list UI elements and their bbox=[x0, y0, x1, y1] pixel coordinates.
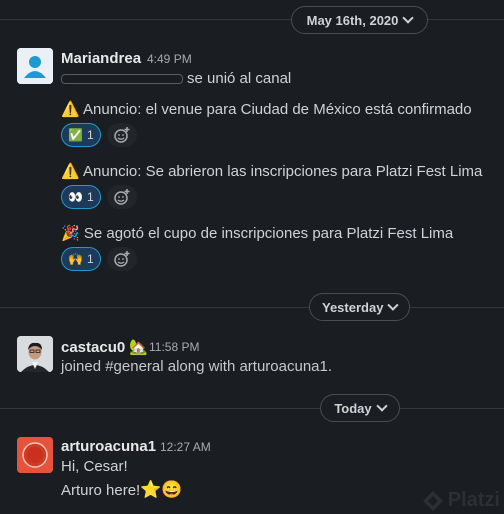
user-photo-icon bbox=[17, 437, 53, 473]
date-pill-today[interactable]: Today bbox=[320, 394, 400, 422]
sender-name[interactable]: arturoacuna1 bbox=[61, 438, 156, 455]
chevron-down-icon bbox=[375, 400, 388, 412]
message-time[interactable]: 4:49 PM bbox=[147, 52, 192, 66]
warning-icon: ⚠️ bbox=[61, 101, 80, 118]
message-text: ⚠️ Anuncio: Se abrieron las inscripcione… bbox=[61, 162, 482, 180]
party-popper-icon: 🎉 bbox=[61, 225, 80, 242]
add-reaction-button[interactable] bbox=[107, 123, 137, 147]
message-text: Hi, Cesar! bbox=[61, 458, 128, 475]
chevron-down-icon bbox=[387, 299, 399, 311]
date-label: May 16th, 2020 bbox=[306, 12, 399, 28]
reaction-pill[interactable]: 👀 1 bbox=[61, 185, 101, 209]
reaction-pill[interactable]: ✅ 1 bbox=[61, 123, 101, 147]
add-reaction-button[interactable] bbox=[107, 247, 137, 271]
sender-name[interactable]: castacu0 🏡 bbox=[61, 338, 148, 356]
message-text-content: Arturo here! bbox=[61, 482, 141, 499]
message-text: ⚠️ Anuncio: el venue para Ciudad de Méxi… bbox=[61, 100, 472, 118]
sender-name-text: castacu0 bbox=[61, 339, 126, 356]
message-text: joined #general along with arturoacuna1. bbox=[61, 358, 333, 375]
avatar[interactable] bbox=[17, 437, 53, 473]
announcement-text: Anuncio: Se abrieron las inscripciones p… bbox=[83, 163, 483, 180]
join-text: se unió al canal bbox=[187, 70, 292, 87]
date-pill-yesterday[interactable]: Yesterday bbox=[309, 293, 410, 321]
message-time[interactable]: 12:27 AM bbox=[160, 440, 211, 454]
watermark-text: Platzi bbox=[447, 489, 500, 511]
date-divider-line bbox=[0, 307, 504, 308]
reaction-count: 1 bbox=[86, 252, 94, 266]
redacted-name bbox=[61, 74, 183, 85]
message-text: 🎉 Se agotó el cupo de inscripciones para… bbox=[61, 224, 453, 242]
reaction-count: 1 bbox=[86, 190, 94, 204]
announcement-text: Anuncio: el venue para Ciudad de México … bbox=[83, 101, 472, 118]
date-divider-line bbox=[0, 19, 504, 20]
raised-hands-icon: 🙌 bbox=[68, 252, 83, 266]
avatar[interactable] bbox=[17, 48, 53, 84]
join-message: se unió al canal bbox=[61, 70, 291, 87]
date-divider-line bbox=[0, 408, 504, 409]
date-pill-may16[interactable]: May 16th, 2020 bbox=[291, 6, 428, 34]
chevron-down-icon bbox=[402, 12, 415, 24]
add-reaction-button[interactable] bbox=[107, 185, 137, 209]
platzi-logo-icon bbox=[422, 490, 443, 511]
platzi-watermark: Platzi bbox=[422, 489, 500, 512]
message-text: Arturo here!⭐😄 bbox=[61, 480, 183, 500]
add-reaction-icon bbox=[114, 251, 130, 267]
date-label: Today bbox=[334, 400, 372, 416]
add-reaction-icon bbox=[114, 127, 130, 143]
star-smile-icon: ⭐😄 bbox=[140, 480, 183, 499]
sender-name[interactable]: Mariandrea bbox=[61, 50, 141, 67]
avatar[interactable] bbox=[17, 336, 53, 372]
reaction-count: 1 bbox=[86, 128, 94, 142]
check-icon: ✅ bbox=[68, 128, 83, 142]
reaction-pill[interactable]: 🙌 1 bbox=[61, 247, 101, 271]
date-label: Yesterday bbox=[322, 299, 384, 315]
user-photo-icon bbox=[17, 336, 53, 372]
add-reaction-icon bbox=[114, 189, 130, 205]
eyes-icon: 👀 bbox=[68, 190, 83, 204]
message-time[interactable]: 11:58 PM bbox=[149, 340, 199, 354]
default-user-icon bbox=[17, 48, 53, 84]
announcement-text: Se agotó el cupo de inscripciones para P… bbox=[83, 225, 454, 242]
house-icon: 🏡 bbox=[129, 339, 149, 356]
warning-icon: ⚠️ bbox=[61, 163, 80, 180]
